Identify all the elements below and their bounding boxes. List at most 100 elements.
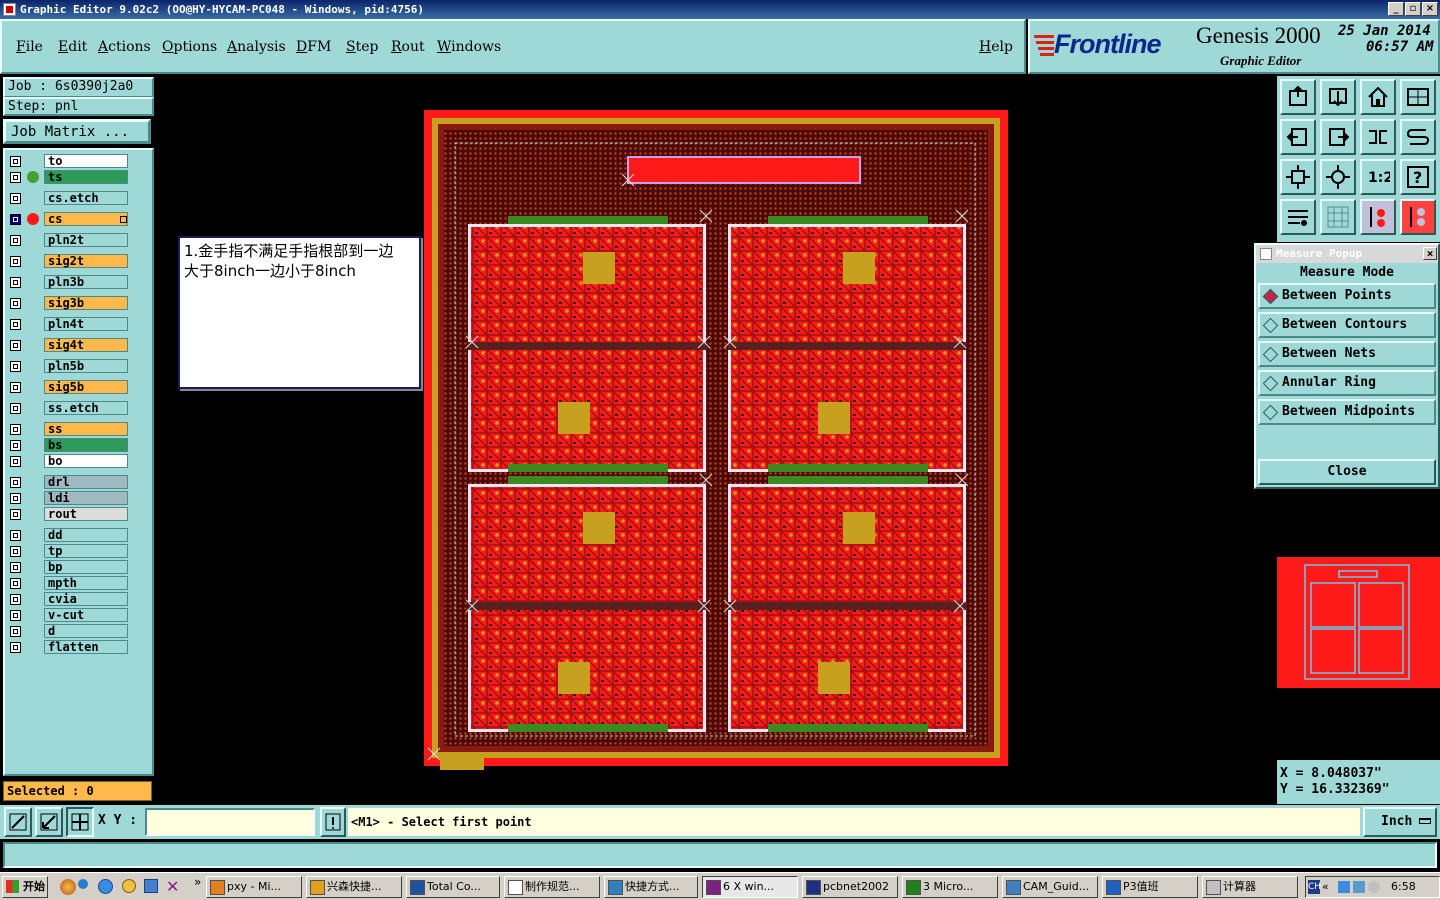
layer-row-ts[interactable]: ts [8, 170, 130, 185]
menu-windows[interactable]: Windows [437, 39, 501, 55]
overflow-chevron-icon[interactable]: » [194, 875, 201, 889]
layer-row-dd[interactable]: dd [8, 528, 130, 543]
layer-name[interactable]: pln4t [44, 317, 128, 331]
popup-close-icon[interactable]: × [1423, 247, 1437, 260]
close-window-button[interactable]: × [1422, 2, 1438, 16]
layer-row-sig2t[interactable]: sig2t [8, 254, 130, 269]
layer-row-ss.etch[interactable]: ss.etch [8, 401, 130, 416]
layer-checkbox[interactable] [10, 382, 21, 393]
layer-checkbox[interactable] [10, 340, 21, 351]
layer-name[interactable]: rout [44, 507, 128, 521]
layer-name[interactable]: bp [44, 560, 128, 574]
layer-checkbox[interactable] [10, 578, 21, 589]
layer-name[interactable]: sig3b [44, 296, 128, 310]
layer-checkbox[interactable] [10, 642, 21, 653]
line-snap-icon[interactable] [35, 807, 63, 837]
layer-row-pln5b[interactable]: pln5b [8, 359, 130, 374]
zoom-fit-icon[interactable] [1280, 159, 1316, 195]
quicklaunch-icon-1[interactable] [60, 879, 76, 895]
measure-option-between-nets[interactable]: Between Nets [1258, 341, 1436, 367]
layer-name[interactable]: to [44, 154, 128, 168]
measure-option-annular-ring[interactable]: Annular Ring [1258, 370, 1436, 396]
layer-checkbox[interactable] [10, 156, 21, 167]
layer-row-rout[interactable]: rout [8, 507, 130, 522]
layer-name[interactable]: mpth [44, 576, 128, 590]
layer-checkbox[interactable] [10, 361, 21, 372]
layer-name[interactable]: drl [44, 475, 128, 489]
clock-app-icon[interactable] [122, 879, 136, 893]
pcb-panel-drawing[interactable] [158, 76, 1275, 804]
layer-name[interactable]: bs [44, 438, 128, 452]
layer-color-dot[interactable] [27, 171, 39, 183]
layer-checkbox[interactable] [10, 235, 21, 246]
layer-row-tp[interactable]: tp [8, 544, 130, 559]
overview-map[interactable] [1277, 557, 1440, 688]
layer-checkbox[interactable] [10, 193, 21, 204]
layer-checkbox[interactable] [10, 477, 21, 488]
explorer-icon[interactable] [144, 879, 158, 893]
layer-checkbox[interactable] [10, 172, 21, 183]
layer-checkbox[interactable] [10, 530, 21, 541]
layer-color-dot[interactable] [27, 213, 39, 225]
zoom-home-icon[interactable] [1280, 79, 1316, 115]
swap-icon[interactable] [1360, 119, 1396, 155]
layer-row-bo[interactable]: bo [8, 454, 130, 469]
tray-chevron-icon[interactable]: « [1322, 877, 1329, 897]
layer-row-sig3b[interactable]: sig3b [8, 296, 130, 311]
menu-options[interactable]: Options [162, 39, 217, 55]
layer-row-v-cut[interactable]: v-cut [8, 608, 130, 623]
measure-option-between-points[interactable]: Between Points [1258, 283, 1436, 309]
layer-checkbox[interactable] [10, 440, 21, 451]
quicklaunch-icon-2[interactable] [78, 879, 88, 889]
layer-row-ss[interactable]: ss [8, 422, 130, 437]
layer-name[interactable]: pln3b [44, 275, 128, 289]
layer-row-pln2t[interactable]: pln2t [8, 233, 130, 248]
taskbar-item[interactable]: 计算器 [1202, 876, 1298, 898]
tray-sound-icon[interactable] [1368, 881, 1380, 893]
taskbar-item[interactable]: 兴森快捷... [306, 876, 402, 898]
zoom-down-icon[interactable] [1320, 79, 1356, 115]
measure-option-between-midpoints[interactable]: Between Midpoints [1258, 399, 1436, 425]
layer-checkbox[interactable] [10, 562, 21, 573]
menu-dfm[interactable]: DFM [296, 39, 331, 55]
taskbar-item[interactable]: 快捷方式... [604, 876, 698, 898]
menu-actions[interactable]: Actions [98, 39, 151, 55]
layer-row-bp[interactable]: bp [8, 560, 130, 575]
layer-checkbox[interactable] [10, 456, 21, 467]
layer-row-bs[interactable]: bs [8, 438, 130, 453]
layer-checkbox[interactable] [10, 403, 21, 414]
layer-name[interactable]: ts [44, 170, 128, 184]
taskbar-item[interactable]: Total Co... [406, 876, 500, 898]
snap-icon[interactable] [4, 807, 32, 837]
window-icon[interactable] [1400, 79, 1436, 115]
xy-input[interactable] [145, 808, 315, 836]
net-display-icon[interactable] [1400, 199, 1436, 235]
tray-network-icon[interactable] [1338, 881, 1350, 893]
layer-row-mpth[interactable]: mpth [8, 576, 130, 591]
layer-row-flatten[interactable]: flatten [8, 640, 130, 655]
scale-1-2-icon[interactable]: 1:2 [1360, 159, 1396, 195]
ime-indicator[interactable]: CH [1308, 880, 1321, 894]
taskbar-item[interactable]: 制作规范... [504, 876, 600, 898]
app-x-icon[interactable]: ✕ [166, 877, 179, 896]
menu-help[interactable]: Help [979, 39, 1013, 55]
taskbar-item[interactable]: 3 Micro... [902, 876, 998, 898]
layer-row-pln4t[interactable]: pln4t [8, 317, 130, 332]
taskbar-item[interactable]: CAM_Guid... [1002, 876, 1098, 898]
layer-row-d[interactable]: d [8, 624, 130, 639]
layer-name[interactable]: pln5b [44, 359, 128, 373]
clock[interactable]: 6:58 [1391, 877, 1416, 897]
maximize-button[interactable]: ▫ [1405, 2, 1421, 16]
grid-snap-icon[interactable] [66, 807, 94, 837]
layer-row-sig4t[interactable]: sig4t [8, 338, 130, 353]
layer-checkbox[interactable] [10, 277, 21, 288]
layer-name[interactable]: pln2t [44, 233, 128, 247]
layer-name[interactable]: bo [44, 454, 128, 468]
graphic-canvas[interactable] [158, 76, 1275, 804]
layer-checkbox[interactable] [10, 594, 21, 605]
layer-checkbox[interactable] [10, 546, 21, 557]
units-selector[interactable]: Inch [1363, 807, 1437, 837]
layer-checkbox[interactable] [10, 626, 21, 637]
layer-row-cs.etch[interactable]: cs.etch [8, 191, 130, 206]
alert-icon[interactable] [320, 807, 346, 837]
